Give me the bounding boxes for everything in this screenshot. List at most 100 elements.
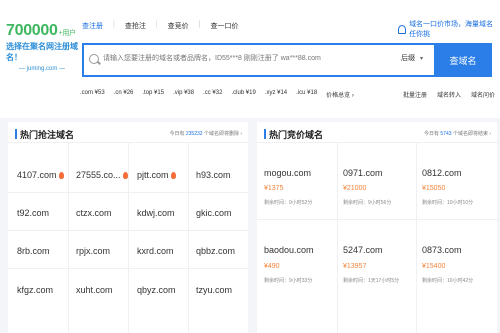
quick-tools: 批量注册 域名转入 域名问价 bbox=[403, 90, 495, 99]
logo-suffix: +用户 bbox=[58, 30, 77, 37]
stat-prefix: 今日有 bbox=[424, 131, 440, 137]
domain-link[interactable]: qbbz.com bbox=[196, 246, 235, 256]
domain-link[interactable]: gkic.com bbox=[196, 208, 232, 218]
tld-price-com[interactable]: .com ¥53 bbox=[80, 90, 105, 99]
panel-title: 热门抢注域名 bbox=[20, 130, 75, 140]
stat-prefix: 今日有 bbox=[169, 131, 185, 137]
tld-price-icu[interactable]: .icu ¥18 bbox=[296, 90, 317, 99]
stat-suffix: 个域名即将删除 › bbox=[203, 131, 242, 137]
auction-domain-link[interactable]: 5247.com bbox=[343, 245, 383, 255]
time-remaining: 剩余时间：9小时33分 bbox=[264, 278, 313, 284]
tld-price-list: .com ¥53 .cn ¥26 .top ¥15 .vip ¥38 .cc ¥… bbox=[80, 90, 354, 99]
suffix-select[interactable]: 后缀 bbox=[401, 53, 415, 63]
domain-link[interactable]: xuht.com bbox=[76, 285, 113, 295]
panel-header: 热门抢注域名 今日有 235232 个域名即将删除 › bbox=[8, 122, 248, 142]
tab-divider: | bbox=[155, 21, 158, 28]
auction-price: ¥15400 bbox=[422, 263, 446, 270]
tab-snatch[interactable]: 查抢注 bbox=[125, 21, 146, 31]
auction-price: ¥13957 bbox=[343, 263, 367, 270]
domain-link[interactable]: h93.com bbox=[196, 170, 231, 180]
tab-fixed-price[interactable]: 查一口价 bbox=[210, 21, 238, 31]
hot-snatch-panel: 热门抢注域名 今日有 235232 个域名即将删除 › 4107.com 275… bbox=[8, 122, 248, 333]
price-overview-link[interactable]: 价格总览 › bbox=[326, 90, 354, 99]
tld-price-club[interactable]: .club ¥19 bbox=[231, 90, 255, 99]
divider bbox=[257, 142, 500, 143]
bell-icon bbox=[398, 24, 407, 34]
chevron-down-icon[interactable]: ▾ bbox=[420, 55, 423, 62]
stat-count: 235232 bbox=[185, 131, 203, 137]
auction-price: ¥15050 bbox=[422, 185, 446, 192]
time-remaining: 剩余时间：1天17小时5分 bbox=[343, 278, 400, 284]
domain-link[interactable]: ctzx.com bbox=[76, 208, 112, 218]
logo-url: — juming.com — bbox=[18, 66, 65, 72]
hot-flame-icon bbox=[122, 172, 128, 179]
domain-name: 4107.com bbox=[17, 170, 57, 180]
tab-divider: | bbox=[198, 21, 201, 28]
tld-price-cn[interactable]: .cn ¥26 bbox=[114, 90, 134, 99]
time-remaining: 剩余时间：10小时10分 bbox=[422, 200, 474, 206]
domain-link[interactable]: rpjx.com bbox=[76, 246, 110, 256]
auction-price: ¥490 bbox=[264, 263, 280, 270]
domain-transfer-link[interactable]: 域名转入 bbox=[437, 90, 461, 99]
tab-divider: | bbox=[113, 21, 115, 28]
auction-domain-link[interactable]: baodou.com bbox=[264, 245, 314, 255]
bulk-register-link[interactable]: 批量注册 bbox=[403, 90, 427, 99]
time-remaining: 剩余时间：10小时42分 bbox=[422, 278, 474, 284]
domain-link[interactable]: kfgz.com bbox=[17, 285, 53, 295]
domain-name: pjtt.com bbox=[137, 170, 169, 180]
tld-price-xyz[interactable]: .xyz ¥14 bbox=[265, 90, 287, 99]
domain-link[interactable]: pjtt.com bbox=[137, 170, 176, 180]
hot-flame-icon bbox=[58, 172, 64, 179]
tab-register[interactable]: 查注册 bbox=[82, 21, 103, 31]
search-icon bbox=[89, 54, 99, 64]
title-accent-bar bbox=[264, 129, 266, 139]
tab-auction[interactable]: 查竞价 bbox=[168, 21, 189, 31]
tld-price-cc[interactable]: .cc ¥32 bbox=[203, 90, 222, 99]
tld-price-top[interactable]: .top ¥15 bbox=[142, 90, 164, 99]
domain-link[interactable]: tzyu.com bbox=[196, 285, 232, 295]
header: 700000+用户 选择在聚名网注册域名！ — juming.com — 查注册… bbox=[0, 0, 500, 118]
stat-suffix: 个域名即将结束 › bbox=[452, 131, 491, 137]
time-remaining: 剩余时间：9小时56分 bbox=[343, 200, 392, 206]
grid-line bbox=[416, 142, 417, 333]
site-logo[interactable]: 700000+用户 选择在聚名网注册域名！ — juming.com — bbox=[6, 22, 78, 72]
hot-auction-panel: 热门竞价域名 今日有 5743 个域名即将结束 › mogou.com ¥137… bbox=[257, 122, 500, 333]
search-bar: 后缀 ▾ 查域名 bbox=[82, 43, 492, 77]
domain-link[interactable]: kdwj.com bbox=[137, 208, 175, 218]
ending-count-link[interactable]: 今日有 5743 个域名即将结束 › bbox=[424, 130, 491, 137]
market-link-label: 域名一口价市场，海量域名任你挑 bbox=[409, 21, 494, 38]
logo-number: 700000 bbox=[6, 22, 58, 39]
auction-price: ¥21000 bbox=[343, 185, 367, 192]
auction-domain-link[interactable]: 0873.com bbox=[422, 245, 462, 255]
grid-line bbox=[188, 142, 189, 333]
search-mode-tabs: 查注册 | 查抢注 | 查竞价 | 查一口价 bbox=[82, 21, 238, 31]
domain-link[interactable]: qbyz.com bbox=[137, 285, 176, 295]
domain-link[interactable]: 8rb.com bbox=[17, 246, 50, 256]
domain-link[interactable]: kxrd.com bbox=[137, 246, 174, 256]
grid-line bbox=[337, 142, 338, 333]
panel-title: 热门竞价域名 bbox=[269, 130, 324, 140]
deleting-count-link[interactable]: 今日有 235232 个域名即将删除 › bbox=[169, 130, 242, 137]
hot-flame-icon bbox=[170, 172, 176, 179]
grid-line bbox=[68, 142, 69, 333]
domain-link[interactable]: t92.com bbox=[17, 208, 49, 218]
auction-domain-link[interactable]: 0812.com bbox=[422, 168, 462, 178]
fixed-price-market-link[interactable]: 域名一口价市场，海量域名任你挑 bbox=[398, 19, 500, 39]
auction-price: ¥1375 bbox=[264, 185, 284, 192]
panel-header: 热门竞价域名 今日有 5743 个域名即将结束 › bbox=[257, 122, 497, 142]
grid-line bbox=[257, 219, 500, 220]
domain-link[interactable]: 27555.co... bbox=[76, 170, 128, 180]
domain-link[interactable]: 4107.com bbox=[17, 170, 64, 180]
search-input[interactable] bbox=[101, 54, 395, 63]
grid-line bbox=[128, 142, 129, 333]
stat-count: 5743 bbox=[440, 131, 452, 137]
auction-domain-link[interactable]: mogou.com bbox=[264, 168, 311, 178]
domain-inquiry-link[interactable]: 域名问价 bbox=[471, 90, 495, 99]
domain-name: 27555.co... bbox=[76, 170, 121, 180]
tld-price-vip[interactable]: .vip ¥38 bbox=[173, 90, 194, 99]
auction-domain-link[interactable]: 0971.com bbox=[343, 168, 383, 178]
time-remaining: 剩余时间：9小时52分 bbox=[264, 200, 313, 206]
logo-slogan: 选择在聚名网注册域名！ bbox=[6, 42, 78, 62]
title-accent-bar bbox=[15, 129, 17, 139]
search-button[interactable]: 查域名 bbox=[434, 43, 492, 77]
